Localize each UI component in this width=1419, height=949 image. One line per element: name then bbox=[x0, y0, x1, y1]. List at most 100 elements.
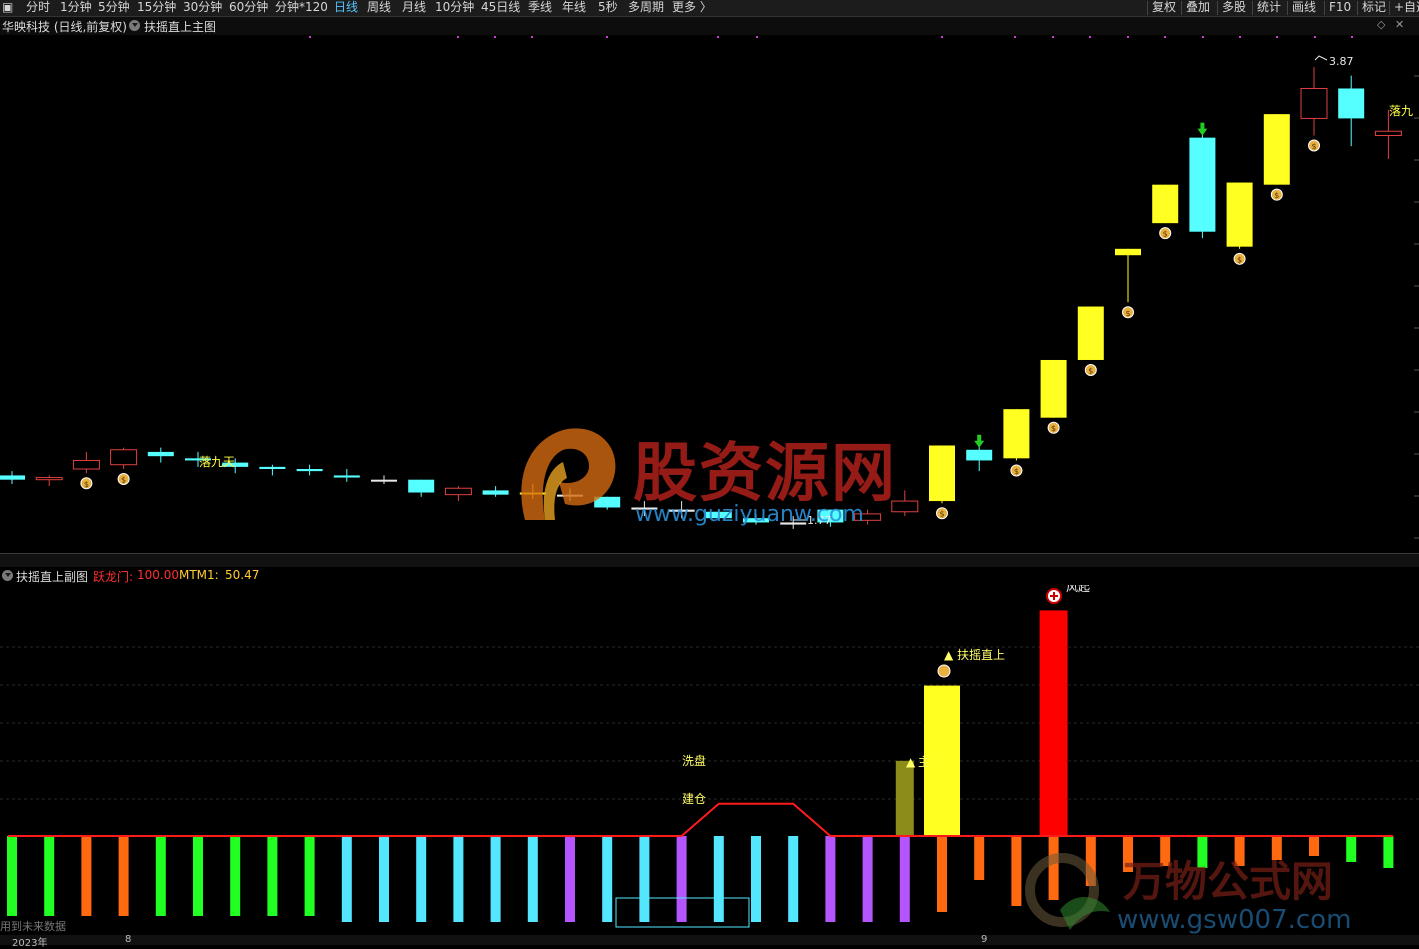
money-bag-icon-glyph: $ bbox=[121, 476, 126, 485]
main-indicator-name[interactable]: 扶摇直上主图 bbox=[144, 18, 216, 35]
money-bag-icon bbox=[937, 664, 951, 678]
candle-body-9 bbox=[333, 475, 360, 478]
period-tab-5[interactable]: 60分钟 bbox=[229, 0, 268, 16]
toolbar-button-5[interactable]: F10 bbox=[1329, 0, 1351, 16]
candle-body-29 bbox=[1077, 306, 1104, 360]
period-tab-2[interactable]: 5分钟 bbox=[98, 0, 130, 16]
candle-body-37 bbox=[1374, 130, 1402, 137]
money-bag-icon-glyph: $ bbox=[1051, 424, 1056, 433]
histogram-bar-1 bbox=[44, 836, 55, 916]
high-price-pointer bbox=[1314, 55, 1328, 61]
signal-bar-28 bbox=[1039, 610, 1068, 836]
candle-body-10 bbox=[371, 479, 397, 482]
close-icon[interactable]: ✕ bbox=[1395, 18, 1404, 31]
period-tab-0[interactable]: 分时 bbox=[26, 0, 50, 16]
period-tab-1[interactable]: 1分钟 bbox=[60, 0, 92, 16]
jiancang-label: 建仓 bbox=[682, 792, 706, 806]
period-tab-9[interactable]: 月线 bbox=[402, 0, 426, 16]
guziyuan-watermark-url: www.guziyuanw.com bbox=[635, 502, 864, 527]
candle-body-32 bbox=[1189, 137, 1216, 232]
toolbar-button-0[interactable]: 复权 bbox=[1152, 0, 1176, 16]
guziyuan-logo bbox=[515, 422, 620, 522]
qiqi-label: 风起 bbox=[1066, 585, 1090, 594]
gsw-logo bbox=[1020, 850, 1115, 935]
toolbar-button-4[interactable]: 画线 bbox=[1292, 0, 1316, 16]
high-price-label: 3.87 bbox=[1329, 55, 1354, 68]
histogram-bar-14 bbox=[527, 836, 538, 922]
param1-value: 100.00 bbox=[137, 568, 179, 582]
main-chart-header: 华映科技 (日线,前复权) 扶摇直上主图 ◇ ✕ bbox=[0, 17, 1419, 35]
money-bag-icon-glyph: $ bbox=[1274, 191, 1279, 200]
histogram-bar-16 bbox=[602, 836, 613, 922]
candle-body-34 bbox=[1263, 114, 1290, 185]
period-tab-13[interactable]: 年线 bbox=[562, 0, 586, 16]
toolbar-separator bbox=[1181, 1, 1182, 15]
zhu-label: 主 bbox=[918, 755, 930, 769]
candle-body-1 bbox=[35, 477, 63, 481]
top-marker-3 bbox=[531, 36, 533, 38]
histogram-bar-2 bbox=[81, 836, 92, 916]
diamond-icon[interactable]: ◇ bbox=[1377, 18, 1385, 31]
top-marker-10 bbox=[1089, 36, 1091, 38]
period-tab-6[interactable]: 分钟*120 bbox=[275, 0, 328, 16]
param1-label: 跃龙门: bbox=[93, 570, 134, 584]
indicator-dropdown-icon[interactable] bbox=[129, 20, 140, 31]
top-marker-8 bbox=[1014, 36, 1016, 38]
candle-body-28 bbox=[1040, 359, 1067, 418]
zhu-arrow: ▲ bbox=[906, 755, 916, 769]
top-marker-1 bbox=[457, 36, 459, 38]
top-marker-17 bbox=[1351, 36, 1353, 38]
histogram-bar-8 bbox=[304, 836, 315, 916]
period-tab-8[interactable]: 周线 bbox=[367, 0, 391, 16]
window-icon[interactable]: ▣ bbox=[2, 0, 13, 16]
period-tab-3[interactable]: 15分钟 bbox=[137, 0, 176, 16]
money-bag-icon-glyph: $ bbox=[84, 480, 89, 489]
histogram-bar-3 bbox=[118, 836, 129, 916]
money-bag-icon-glyph: $ bbox=[1311, 142, 1316, 151]
fuyao-label: ▲ 扶摇直上 bbox=[944, 647, 1005, 662]
period-tab-14[interactable]: 5秒 bbox=[598, 0, 618, 16]
candle-body-4 bbox=[147, 451, 174, 457]
stock-title: 华映科技 (日线,前复权) bbox=[2, 20, 127, 34]
period-tab-12[interactable]: 季线 bbox=[528, 0, 552, 16]
money-bag-icon-glyph: $ bbox=[1088, 366, 1093, 375]
guziyuan-watermark-title: 股资源网 bbox=[633, 436, 897, 511]
period-tab-7[interactable]: 日线 bbox=[334, 0, 358, 16]
histogram-bar-10 bbox=[379, 836, 389, 922]
toolbar-button-7[interactable]: +自选 bbox=[1394, 0, 1419, 16]
period-tab-15[interactable]: 多周期 bbox=[628, 0, 664, 16]
histogram-bar-6 bbox=[230, 836, 241, 916]
candle-body-26 bbox=[966, 449, 993, 461]
period-tab-10[interactable]: 10分钟 bbox=[435, 0, 474, 16]
top-marker-4 bbox=[606, 36, 608, 38]
candle-body-13 bbox=[482, 490, 509, 495]
candle-body-33 bbox=[1226, 182, 1253, 247]
period-tab-4[interactable]: 30分钟 bbox=[183, 0, 222, 16]
candle-body-31 bbox=[1152, 184, 1179, 224]
panel-divider[interactable] bbox=[0, 553, 1419, 568]
toolbar-button-6[interactable]: 标记 bbox=[1362, 0, 1386, 16]
money-bag-icon-glyph: $ bbox=[1014, 467, 1019, 476]
down-arrow-icon bbox=[1197, 122, 1208, 136]
period-tab-16[interactable]: 更多 〉 bbox=[672, 0, 712, 16]
sub-chart-header: 扶摇直上副图 跃龙门: 100.00 MTM1: 50.47 bbox=[0, 567, 1419, 585]
toolbar-separator bbox=[1252, 1, 1253, 15]
period-tab-11[interactable]: 45日线 bbox=[481, 0, 520, 16]
toolbar-button-1[interactable]: 叠加 bbox=[1186, 0, 1210, 16]
toolbar-button-3[interactable]: 统计 bbox=[1257, 0, 1281, 16]
toolbar-button-2[interactable]: 多股 bbox=[1222, 0, 1246, 16]
toolbar-separator bbox=[1324, 1, 1325, 15]
sub-indicator-dropdown-icon[interactable] bbox=[2, 570, 13, 581]
period-toolbar: ▣ 分时 1分钟 5分钟 15分钟 30分钟 60分钟 分钟*120 日线 周线 月线 10分钟 45… bbox=[0, 0, 1419, 17]
toolbar-separator bbox=[1217, 1, 1218, 15]
histogram-bar-24 bbox=[899, 836, 910, 922]
candle-body-8 bbox=[296, 469, 323, 472]
candle-body-30 bbox=[1115, 248, 1141, 256]
top-marker-14 bbox=[1239, 36, 1241, 38]
candle-body-0 bbox=[0, 475, 25, 480]
top-marker-5 bbox=[717, 36, 719, 38]
top-marker-0 bbox=[309, 36, 311, 38]
sub-indicator-name[interactable]: 扶摇直上副图 bbox=[16, 568, 88, 585]
top-marker-16 bbox=[1314, 36, 1316, 38]
toolbar-separator bbox=[1389, 1, 1390, 15]
